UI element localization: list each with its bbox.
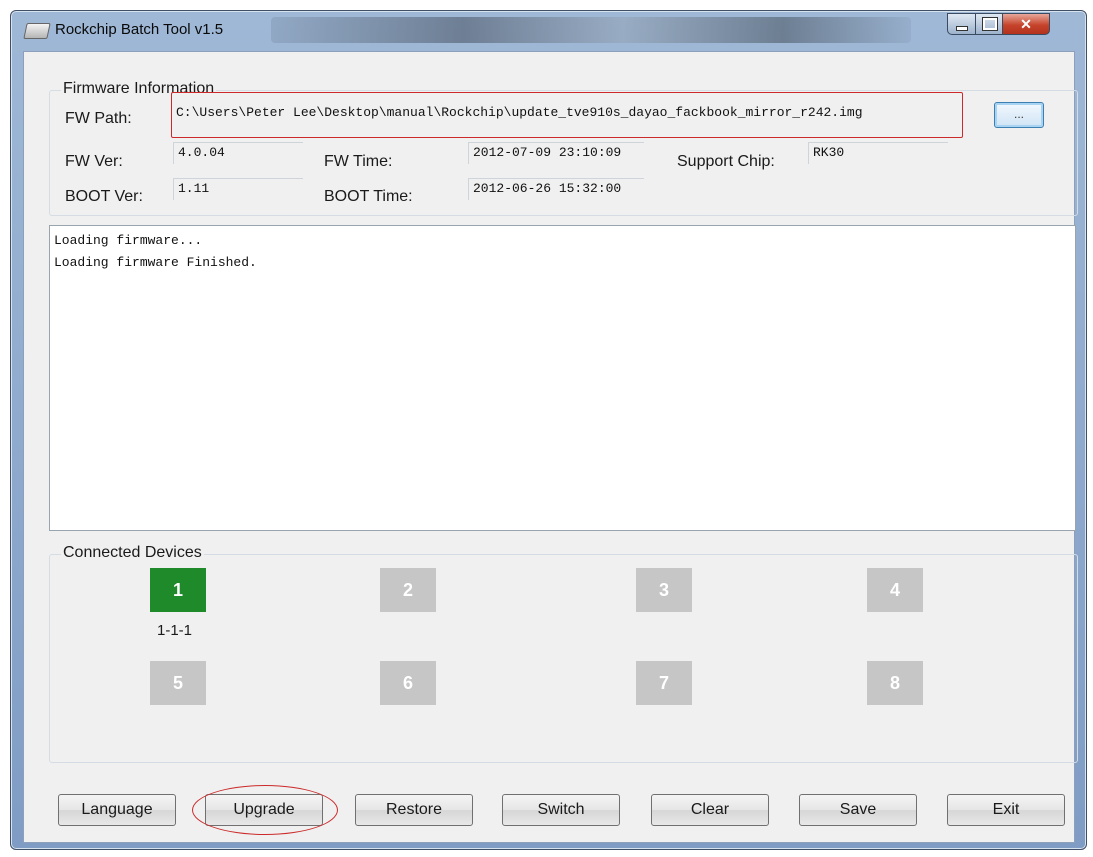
connected-devices-label: Connected Devices [61,544,204,562]
app-icon [23,23,51,39]
fw-ver-label: FW Ver: [65,153,123,170]
device-slot-5[interactable]: 5 [150,661,206,705]
clear-button[interactable]: Clear [651,794,769,826]
maximize-button[interactable] [975,13,1003,35]
window-title: Rockchip Batch Tool v1.5 [55,21,224,38]
log-line: Loading firmware Finished. [54,255,257,270]
save-button[interactable]: Save [799,794,917,826]
device-slot-3[interactable]: 3 [636,568,692,612]
boot-ver-label: BOOT Ver: [65,188,143,205]
maximize-icon [982,17,998,31]
close-icon: ✕ [1020,16,1032,32]
title-bar-background [271,17,911,43]
app-window: Rockchip Batch Tool v1.5 ✕ Firmware Info… [10,10,1087,850]
switch-button[interactable]: Switch [502,794,620,826]
restore-button[interactable]: Restore [355,794,473,826]
fw-path-label: FW Path: [65,110,132,127]
device-slot-2[interactable]: 2 [380,568,436,612]
language-button[interactable]: Language [58,794,176,826]
fw-time-field: 2012-07-09 23:10:09 [468,142,644,164]
device-slot-1-id: 1-1-1 [157,622,193,639]
support-chip-field: RK30 [808,142,948,164]
support-chip-label: Support Chip: [677,153,775,170]
close-button[interactable]: ✕ [1002,13,1050,35]
browse-button[interactable]: ... [994,102,1044,128]
minimize-icon [956,26,968,31]
device-slot-8[interactable]: 8 [867,661,923,705]
minimize-button[interactable] [947,13,976,35]
boot-ver-field: 1.11 [173,178,303,200]
device-slot-4[interactable]: 4 [867,568,923,612]
fw-time-label: FW Time: [324,153,393,170]
device-slot-6[interactable]: 6 [380,661,436,705]
log-line: Loading firmware... [54,233,203,248]
device-slot-7[interactable]: 7 [636,661,692,705]
fw-ver-field: 4.0.04 [173,142,303,164]
boot-time-field: 2012-06-26 15:32:00 [468,178,644,200]
client-area: Firmware Information FW Path: C:\Users\P… [23,51,1078,843]
exit-button[interactable]: Exit [947,794,1065,826]
log-output[interactable]: Loading firmware... Loading firmware Fin… [49,225,1076,531]
device-slot-1[interactable]: 1 [150,568,206,612]
fw-path-field[interactable]: C:\Users\Peter Lee\Desktop\manual\Rockch… [171,92,963,138]
boot-time-label: BOOT Time: [324,188,413,205]
upgrade-highlight-annotation [192,785,338,835]
title-bar[interactable]: Rockchip Batch Tool v1.5 ✕ [11,11,1086,49]
